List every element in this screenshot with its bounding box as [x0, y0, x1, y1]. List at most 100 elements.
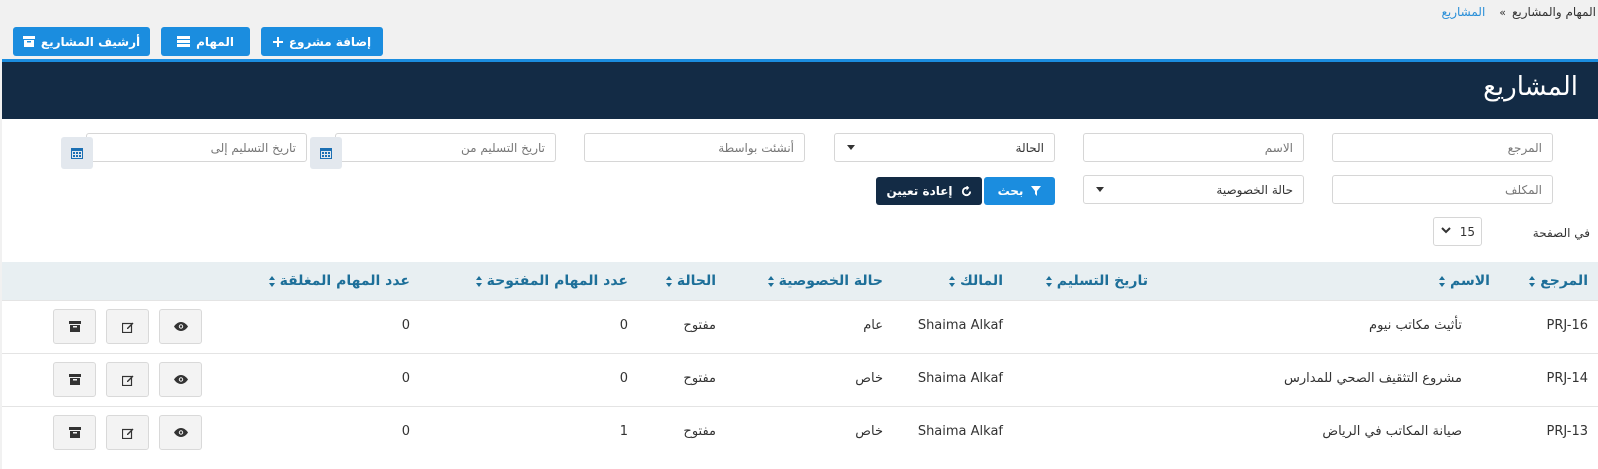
cell-open-tasks: 1 — [619, 424, 628, 439]
status-select-value: الحالة — [1015, 140, 1044, 155]
reference-field[interactable]: المرجع — [1332, 133, 1553, 162]
calendar-button-from[interactable] — [310, 137, 342, 169]
tasks-label: المهام — [196, 34, 234, 49]
cell-reference: PRJ-13 — [1546, 424, 1588, 439]
cell-closed-tasks: 0 — [401, 371, 410, 386]
caret-down-icon — [847, 145, 855, 150]
cell-status: مفتوح — [683, 371, 716, 386]
privacy-select-value: حالة الخصوصية — [1216, 182, 1293, 197]
caret-down-icon — [1096, 187, 1104, 192]
archive-projects-button[interactable]: أرشيف المشاريع — [13, 27, 150, 56]
sort-icon — [665, 275, 673, 287]
cell-open-tasks: 0 — [619, 318, 628, 333]
view-button[interactable] — [159, 415, 202, 450]
chevron-down-icon — [1441, 227, 1451, 234]
table-header: المرجع الاسم تاريخ التسليم المالك حالة ا… — [2, 262, 1598, 300]
edit-icon — [121, 322, 133, 333]
cell-status: مفتوح — [683, 318, 716, 333]
archive-projects-label: أرشيف المشاريع — [40, 34, 141, 49]
breadcrumb-separator: » — [1499, 5, 1507, 19]
column-header-name[interactable]: الاسم — [1439, 273, 1490, 289]
eye-icon — [173, 428, 188, 437]
delivery-to-placeholder: تاريخ التسليم إلى — [210, 140, 296, 155]
sort-icon — [1439, 275, 1446, 287]
per-page-value: 15 — [1459, 225, 1475, 239]
breadcrumb-current: المشاريع — [1441, 5, 1486, 19]
archive-button[interactable] — [53, 309, 96, 344]
archive-box-icon — [68, 427, 81, 438]
column-header-open-tasks[interactable]: عدد المهام المفتوحة — [475, 273, 628, 289]
table-row: PRJ-14 مشروع التثقيف الصحي للمدارس Shaim… — [2, 353, 1598, 406]
cell-name[interactable]: صيانة المكاتب في الرياض — [1322, 424, 1462, 439]
column-header-privacy[interactable]: حالة الخصوصية — [767, 273, 883, 289]
assignee-placeholder: المكلف — [1505, 182, 1542, 197]
edit-button[interactable] — [106, 415, 149, 450]
edit-icon — [121, 375, 133, 386]
refresh-icon — [961, 185, 971, 196]
delivery-from-field[interactable]: تاريخ التسليم من — [335, 133, 556, 162]
edit-icon — [121, 428, 133, 439]
search-button[interactable]: بحث — [984, 177, 1055, 205]
plus-icon — [272, 36, 283, 47]
cell-owner: Shaima Alkaf — [917, 318, 1003, 333]
column-header-delivery-date[interactable]: تاريخ التسليم — [1045, 273, 1148, 289]
reset-button[interactable]: إعادة تعيين — [876, 177, 982, 205]
column-header-closed-tasks[interactable]: عدد المهام المغلقة — [268, 273, 410, 289]
breadcrumb: المهام والمشاريع » المشاريع — [1441, 5, 1596, 19]
cell-privacy: خاص — [855, 371, 883, 386]
page-title: المشاريع — [1483, 72, 1578, 102]
cell-closed-tasks: 0 — [401, 424, 410, 439]
archive-box-icon — [68, 374, 81, 385]
sort-icon — [268, 275, 276, 287]
view-button[interactable] — [159, 309, 202, 344]
add-project-button[interactable]: إضافة مشروع — [261, 27, 383, 56]
eye-icon — [173, 322, 188, 331]
cell-closed-tasks: 0 — [401, 318, 410, 333]
archive-box-icon — [68, 321, 81, 332]
calendar-button-to[interactable] — [61, 137, 93, 169]
cell-owner: Shaima Alkaf — [917, 371, 1003, 386]
delivery-to-field[interactable]: تاريخ التسليم إلى — [86, 133, 307, 162]
eye-icon — [173, 375, 188, 384]
breadcrumb-root[interactable]: المهام والمشاريع — [1512, 5, 1596, 19]
sort-icon — [1529, 275, 1536, 287]
edit-button[interactable] — [106, 309, 149, 344]
column-header-reference[interactable]: المرجع — [1529, 273, 1588, 289]
cell-open-tasks: 0 — [619, 371, 628, 386]
name-placeholder: الاسم — [1264, 140, 1293, 155]
sort-icon — [767, 275, 775, 287]
privacy-select[interactable]: حالة الخصوصية — [1083, 175, 1304, 204]
filter-icon — [1031, 186, 1042, 196]
column-header-status[interactable]: الحالة — [665, 273, 716, 289]
cell-reference: PRJ-16 — [1546, 318, 1588, 333]
server-list-icon — [177, 36, 191, 47]
created-by-field[interactable]: أنشئت بواسطة — [584, 133, 805, 162]
top-bar: المهام والمشاريع » المشاريع إضافة مشروع … — [0, 0, 1598, 60]
sort-icon — [949, 275, 956, 287]
name-field[interactable]: الاسم — [1083, 133, 1304, 162]
per-page-label: في الصفحة — [1532, 226, 1590, 240]
sort-icon — [475, 275, 483, 287]
cell-reference: PRJ-14 — [1546, 371, 1588, 386]
per-page-select[interactable]: 15 — [1433, 217, 1482, 246]
table-row: PRJ-13 صيانة المكاتب في الرياض Shaima Al… — [2, 406, 1598, 459]
reference-placeholder: المرجع — [1507, 140, 1542, 155]
cell-name[interactable]: مشروع التثقيف الصحي للمدارس — [1284, 371, 1462, 386]
assignee-field[interactable]: المكلف — [1332, 175, 1553, 204]
projects-panel: المشاريع المرجع الاسم الحالة أنشئت بواسط… — [2, 59, 1598, 469]
cell-name[interactable]: تأثيث مكاتب نيوم — [1369, 318, 1462, 333]
archive-button[interactable] — [53, 415, 96, 450]
created-by-placeholder: أنشئت بواسطة — [718, 140, 794, 155]
column-header-owner[interactable]: المالك — [949, 273, 1003, 289]
add-project-label: إضافة مشروع — [288, 34, 372, 49]
cell-owner: Shaima Alkaf — [917, 424, 1003, 439]
view-button[interactable] — [159, 362, 202, 397]
archive-button[interactable] — [53, 362, 96, 397]
edit-button[interactable] — [106, 362, 149, 397]
cell-privacy: عام — [863, 318, 883, 333]
cell-privacy: خاص — [855, 424, 883, 439]
status-select[interactable]: الحالة — [834, 133, 1055, 162]
calendar-icon — [71, 148, 83, 159]
reset-label: إعادة تعيين — [886, 184, 953, 198]
tasks-button[interactable]: المهام — [161, 27, 250, 56]
